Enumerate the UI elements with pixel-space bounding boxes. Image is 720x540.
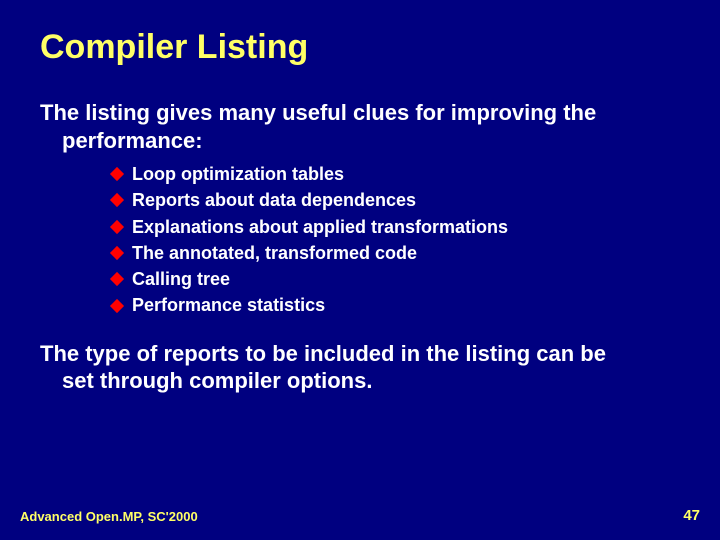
intro-text: The listing gives many useful clues for …: [40, 99, 684, 154]
bullet-list: Loop optimization tables Reports about d…: [112, 162, 684, 318]
diamond-icon: [110, 220, 124, 234]
list-item: Explanations about applied transformatio…: [112, 215, 684, 239]
slide: Compiler Listing The listing gives many …: [0, 0, 720, 540]
bullet-text: Loop optimization tables: [132, 162, 344, 186]
page-number: 47: [683, 507, 700, 524]
list-item: Calling tree: [112, 267, 684, 291]
intro-line-2: performance:: [40, 127, 684, 155]
footer-left: Advanced Open.MP, SC'2000: [20, 509, 198, 524]
list-item: The annotated, transformed code: [112, 241, 684, 265]
diamond-icon: [110, 246, 124, 260]
bullet-text: The annotated, transformed code: [132, 241, 417, 265]
closing-line-1: The type of reports to be included in th…: [40, 341, 606, 366]
bullet-text: Calling tree: [132, 267, 230, 291]
list-item: Performance statistics: [112, 293, 684, 317]
bullet-text: Performance statistics: [132, 293, 325, 317]
list-item: Reports about data dependences: [112, 188, 684, 212]
closing-line-2: set through compiler options.: [40, 367, 684, 395]
diamond-icon: [110, 272, 124, 286]
slide-title: Compiler Listing: [40, 28, 684, 67]
bullet-text: Reports about data dependences: [132, 188, 416, 212]
closing-text: The type of reports to be included in th…: [40, 340, 684, 395]
diamond-icon: [110, 299, 124, 313]
diamond-icon: [110, 167, 124, 181]
intro-line-1: The listing gives many useful clues for …: [40, 100, 596, 125]
diamond-icon: [110, 193, 124, 207]
bullet-text: Explanations about applied transformatio…: [132, 215, 508, 239]
list-item: Loop optimization tables: [112, 162, 684, 186]
